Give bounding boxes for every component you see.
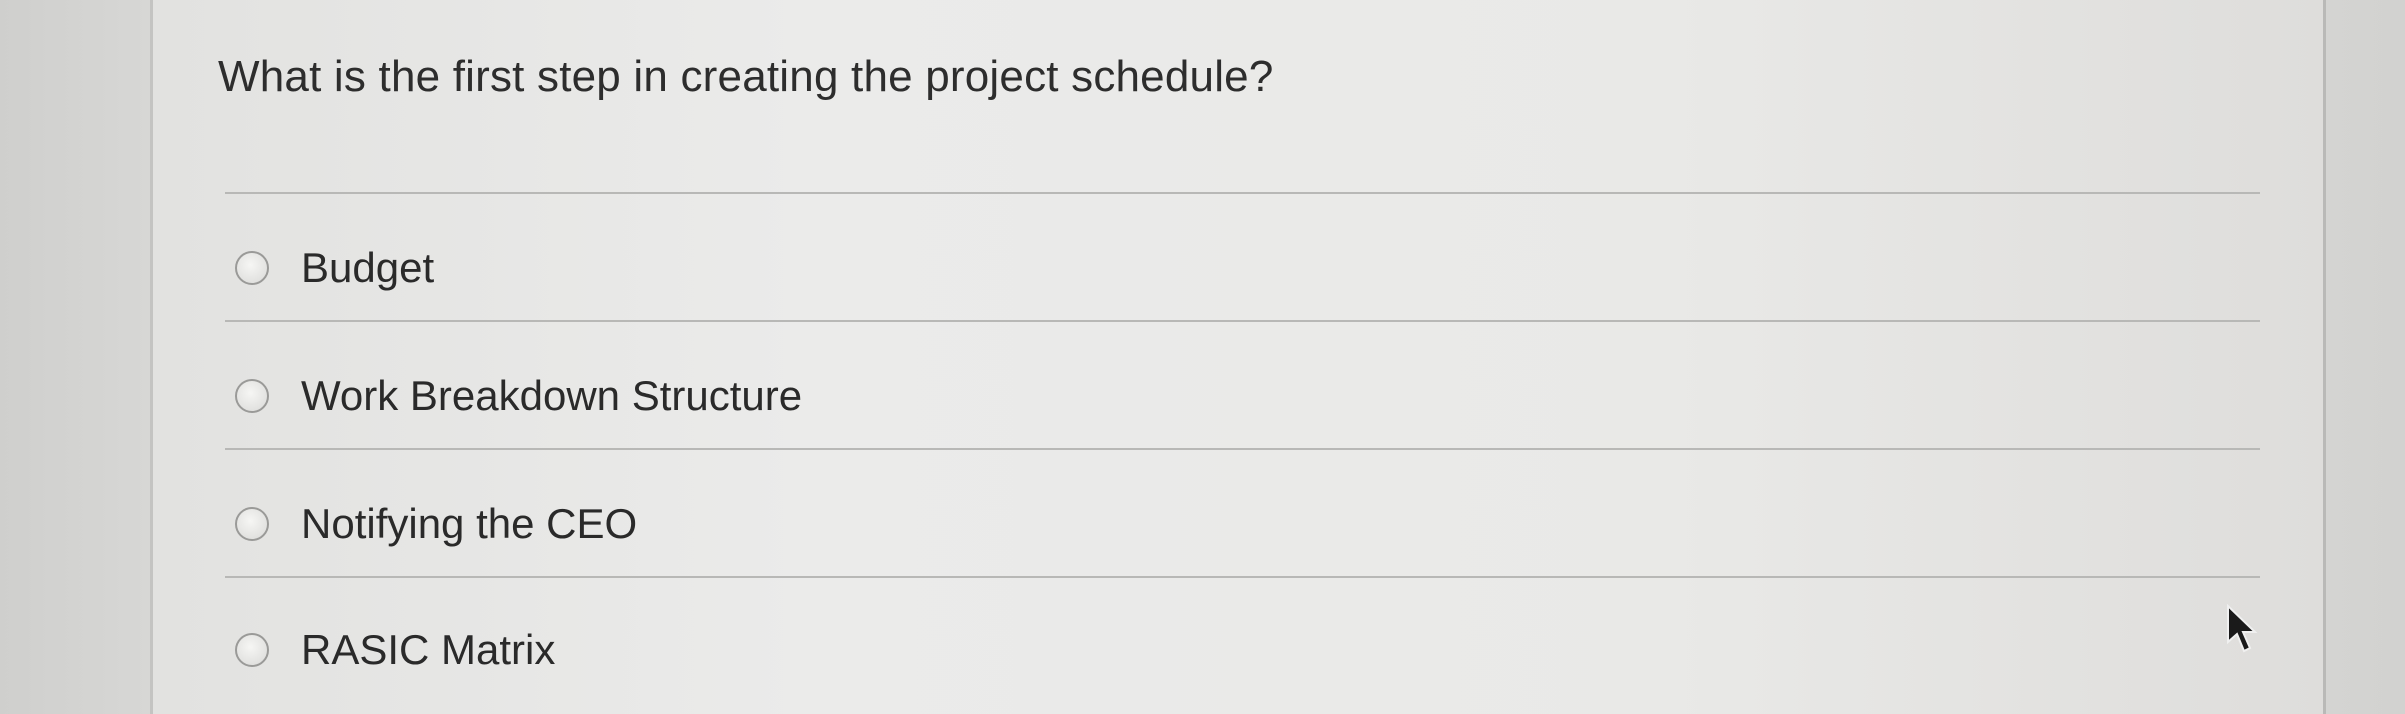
radio-button-icon[interactable] xyxy=(235,379,269,413)
divider xyxy=(225,320,2260,322)
radio-button-icon[interactable] xyxy=(235,251,269,285)
divider xyxy=(225,576,2260,578)
radio-button-icon[interactable] xyxy=(235,507,269,541)
question-panel xyxy=(150,0,2326,714)
mouse-pointer-icon xyxy=(2227,604,2258,653)
question-text: What is the first step in creating the p… xyxy=(218,52,1274,101)
answer-option-label: Budget xyxy=(301,244,435,291)
answer-option-work-breakdown-structure[interactable]: Work Breakdown Structure xyxy=(235,372,802,420)
answer-option-label: RASIC Matrix xyxy=(301,626,556,673)
answer-option-rasic-matrix[interactable]: RASIC Matrix xyxy=(235,626,555,674)
divider xyxy=(225,448,2260,450)
quiz-page: What is the first step in creating the p… xyxy=(0,0,2405,714)
answer-option-budget[interactable]: Budget xyxy=(235,244,434,292)
radio-button-icon[interactable] xyxy=(235,633,269,667)
answer-option-label: Notifying the CEO xyxy=(301,500,638,547)
answer-option-notifying-the-ceo[interactable]: Notifying the CEO xyxy=(235,500,637,548)
answer-option-label: Work Breakdown Structure xyxy=(301,372,803,419)
divider xyxy=(225,192,2260,194)
